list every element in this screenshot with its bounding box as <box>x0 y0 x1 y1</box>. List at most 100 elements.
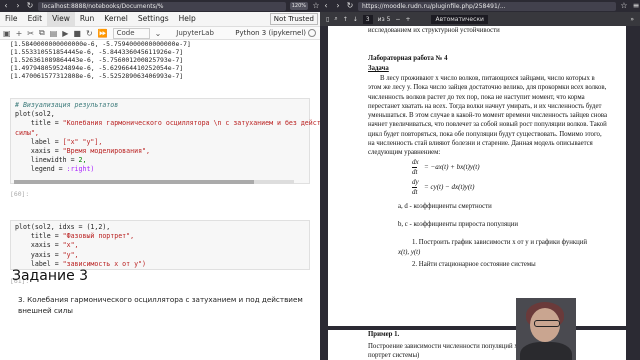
cell-horizontal-scrollbar[interactable] <box>14 180 294 184</box>
pdf-line: на численность стай влияют болезни и ста… <box>368 140 593 148</box>
equation-2-num: dy <box>412 178 419 186</box>
pdf-line: уменьшаться. В этом случае в какой-то мо… <box>368 112 607 120</box>
add-cell-icon[interactable]: + <box>16 29 23 38</box>
pdf-line: этом же лесу y. Пока число зайцев достат… <box>368 84 607 92</box>
code-key: xaxis = <box>15 147 63 156</box>
scrollbar-thumb[interactable] <box>14 180 254 184</box>
pdf-line: В лесу проживают x число волков, питающи… <box>380 75 595 82</box>
instruction-item-cont: x(t), y(t) <box>398 249 421 256</box>
notebook-toolbar: ▣ + ✂ ⧉ ▤ ▶ ■ ↻ ⏩ Code ⌄ JupyterLab Pyth… <box>0 27 320 40</box>
jupyter-window: ‹ › ↻ localhost:8888/notebooks/Documents… <box>0 0 320 360</box>
pdf-line: цикл будет повторяться, пока обе популяц… <box>368 130 602 138</box>
code-number: 2, <box>78 156 87 165</box>
stop-icon[interactable]: ■ <box>73 29 81 38</box>
back-icon[interactable]: ‹ <box>322 2 330 10</box>
zoom-select[interactable]: Автоматически <box>431 14 488 24</box>
code-key: title = <box>15 119 63 128</box>
pdf-line: перестанет хватать на всех. Тогда волки … <box>368 102 602 110</box>
menu-settings[interactable]: Settings <box>133 12 174 26</box>
copy-icon[interactable]: ⧉ <box>39 28 45 38</box>
code-string: силы", <box>15 128 39 137</box>
equation-1-den: dt <box>412 167 418 176</box>
code-string: "зависимость x от y") <box>62 259 147 268</box>
coef-text: b, c - коэффициенты прироста популяции <box>398 221 518 228</box>
chevron-down-icon[interactable]: ⌄ <box>155 29 162 38</box>
right-address-row: ‹ › ↻ https://moodle.rudn.ru/pluginfile.… <box>320 0 640 12</box>
sidebar-toggle-icon[interactable]: ▯ <box>326 16 329 23</box>
run-icon[interactable]: ▶ <box>62 29 68 38</box>
code-key: yaxis = <box>15 250 63 259</box>
equation-2-den: dt <box>412 187 418 196</box>
output-line: [1.5840000000000000e-6, -5.7594000000000… <box>10 40 191 48</box>
menu-kernel[interactable]: Kernel <box>99 12 133 26</box>
lab-title: Лабораторная работа № 4 <box>368 55 448 62</box>
example-text: Построение зависимости численности попул… <box>368 343 527 350</box>
webcam-person-glasses <box>534 320 560 327</box>
trust-indicator[interactable]: Not Trusted <box>269 13 318 25</box>
code-symbol: :right) <box>66 165 95 174</box>
paste-icon[interactable]: ▤ <box>50 29 58 38</box>
cell-type-select[interactable]: Code <box>112 27 150 39</box>
task-list-item: 3. Колебания гармонического осциллятора … <box>18 295 303 315</box>
more-tools-icon[interactable]: » <box>630 16 634 23</box>
menu-file[interactable]: File <box>0 12 23 26</box>
pdf-line: следующим уравнением: <box>368 149 441 157</box>
code-string: "Фазовый портрет", <box>62 232 135 241</box>
pdf-window: ‹ › ↻ https://moodle.rudn.ru/pluginfile.… <box>320 0 640 360</box>
instruction-item: 2. Найти стационарное состояние системы <box>412 261 536 268</box>
prev-page-icon[interactable]: ↑ <box>343 16 348 23</box>
task-text: Колебания гармонического осциллятора с з… <box>18 295 303 315</box>
menu-run[interactable]: Run <box>75 12 99 26</box>
webcam-person-body <box>520 342 572 360</box>
pdf-line: начнет увеличиваться, что повлечет за со… <box>368 121 607 129</box>
menu-edit[interactable]: Edit <box>23 12 48 26</box>
cut-icon[interactable]: ✂ <box>27 29 34 38</box>
zoom-out-icon[interactable]: − <box>395 16 400 23</box>
star-icon[interactable]: ☆ <box>620 2 628 10</box>
kernel-name[interactable]: Python 3 (ipykernel) <box>235 29 316 37</box>
output-line: [1.470061577312808e-6, -5.52528906340699… <box>10 72 184 80</box>
forward-icon[interactable]: › <box>14 2 22 10</box>
code-string: "x", <box>62 241 79 250</box>
fast-forward-icon[interactable]: ⏩ <box>98 29 108 38</box>
code-cell-phase[interactable]: plot(sol2, idxs = (1,2), title = "Фазовы… <box>10 220 310 270</box>
search-icon[interactable]: ⌕ <box>334 15 337 23</box>
menu-view[interactable]: View <box>47 12 75 26</box>
next-page-icon[interactable]: ↓ <box>353 16 358 23</box>
equation-1-num: dx <box>412 158 419 166</box>
code-string: ["x" "y"], <box>62 137 103 146</box>
forward-icon[interactable]: › <box>334 2 342 10</box>
pdf-line: численность волков растет до тех пор, по… <box>368 93 585 101</box>
pdf-page-2: Пример 1. Построение зависимости численн… <box>328 330 626 360</box>
pdf-paragraph: В лесу проживают x число волков, питающи… <box>368 74 623 158</box>
zoom-indicator[interactable]: 120% <box>289 2 308 10</box>
code-string: "Время моделирования", <box>62 147 150 156</box>
section-heading: Задание 3 <box>12 268 89 284</box>
page-number-input[interactable]: 3 <box>362 14 373 24</box>
menu-icon[interactable]: ≡ <box>632 2 640 10</box>
webcam-overlay <box>516 298 576 360</box>
code-key: label = <box>15 259 63 268</box>
jupyterlab-button[interactable]: JupyterLab <box>176 29 214 37</box>
example-title: Пример 1. <box>368 331 400 338</box>
star-icon[interactable]: ☆ <box>312 2 320 10</box>
code-cell-plot[interactable]: # Визуализация результатов plot(sol2, ti… <box>10 98 320 184</box>
reload-icon[interactable]: ↻ <box>26 2 34 10</box>
output-line: [1.497948059524894e-6, -5.62966441025205… <box>10 64 184 72</box>
pdf-toolbar: ▯ ⌕ ↑ ↓ 3 из 5 − + Автоматически » <box>320 12 640 26</box>
right-url-bar[interactable]: https://moodle.rudn.ru/pluginfile.php/25… <box>358 1 616 11</box>
save-icon[interactable]: ▣ <box>3 29 11 38</box>
coef-text: a, d - коэффициенты смертности <box>398 203 492 210</box>
zoom-in-icon[interactable]: + <box>405 16 410 23</box>
pdf-page: исследованием их структурной устойчивост… <box>328 26 626 326</box>
page-total: из 5 <box>377 15 391 23</box>
left-url-bar[interactable]: localhost:8888/notebooks/Documents/% <box>38 1 286 11</box>
menu-help[interactable]: Help <box>174 12 201 26</box>
code-line: plot(sol2, <box>15 110 55 119</box>
back-icon[interactable]: ‹ <box>2 2 10 10</box>
jupyter-menubar: File Edit View Run Kernel Settings Help … <box>0 12 320 27</box>
task-title: Задача <box>368 65 389 72</box>
restart-icon[interactable]: ↻ <box>86 29 93 38</box>
left-browser-chrome: ‹ › ↻ localhost:8888/notebooks/Documents… <box>0 0 320 12</box>
reload-icon[interactable]: ↻ <box>346 2 354 10</box>
